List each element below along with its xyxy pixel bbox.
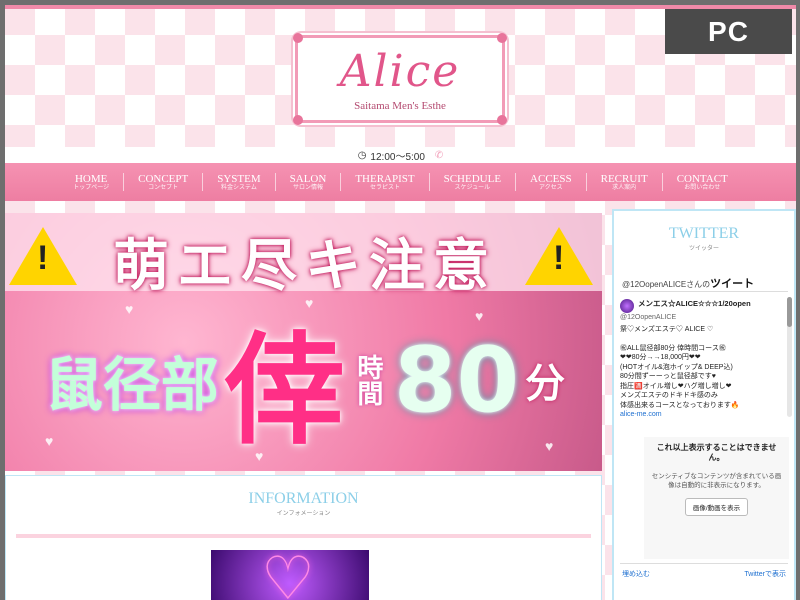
section-title: INFORMATION xyxy=(248,490,359,507)
tweet-body: 祭♡メンズエステ♡ ALICE ♡ ㊗ALL鼠径部80分 倖時間コース㊗ ❤❤8… xyxy=(620,325,780,419)
nav-therapist[interactable]: THERAPIST セラピスト xyxy=(340,172,428,192)
promo-banner[interactable]: 萌エ尽キ注意 ♥ ♥ ♥ ♥ ♥ ♥ 鼠径部 倖 時間 80 分 xyxy=(5,213,602,471)
nav-label: HOME xyxy=(74,172,108,185)
section-subtitle: インフォメーション xyxy=(276,511,331,517)
nav-sublabel: セラピスト xyxy=(369,184,400,191)
banner-text-d: 80 xyxy=(393,327,520,433)
page: Alice Saitama Men's Esthe ◷ 12:00～5:00 ✆… xyxy=(5,5,796,600)
timeline-header[interactable]: @12OopenALICEさんのツイート xyxy=(622,275,754,291)
notice-text: センシティブなコンテンツが含まれている画像は自動的に非表示になります。 xyxy=(651,472,782,489)
tweet-author[interactable]: メンエス☆ALICE☆☆☆1/20open xyxy=(638,299,788,309)
nav-label: THERAPIST xyxy=(355,172,415,185)
nav-sublabel: トップページ xyxy=(73,184,110,191)
banner-text-e: 分 xyxy=(525,362,566,406)
sensitive-media-notice: これ以上表示することはできません。 センシティブなコンテンツが含まれている画像は… xyxy=(644,437,789,559)
tweet-line: メンズエステのドキドキ感のみ xyxy=(620,392,718,400)
nav-sublabel: サロン情報 xyxy=(292,184,323,191)
business-hours: ◷ 12:00～5:00 ✆ xyxy=(5,147,796,163)
timeline-handle: @12OopenALICEさんの xyxy=(622,280,711,289)
timeline-label: ツイート xyxy=(710,278,755,290)
nav-label: CONTACT xyxy=(676,172,728,185)
information-image[interactable] xyxy=(211,544,369,600)
twitter-widget: TWITTER ツイッター @12OopenALICEさんのツイート メンエス☆… xyxy=(612,209,796,600)
nav-sublabel: 求人案内 xyxy=(612,184,637,191)
avatar[interactable] xyxy=(620,299,634,313)
information-section: INFORMATION インフォメーション xyxy=(5,475,602,600)
banner-text-b: 倖 xyxy=(224,320,345,461)
view-on-twitter-link[interactable]: Twitterで表示 xyxy=(744,569,786,579)
divider xyxy=(620,291,788,292)
global-nav: HOME トップページ CONCEPT コンセプト SYSTEM 料金システム SAL… xyxy=(5,163,796,201)
tweet-line: (HOTオイル&泡ホイップ& DEEP込) xyxy=(620,363,733,371)
nav-label: ACCESS xyxy=(530,172,572,185)
nav-label: SCHEDULE xyxy=(443,172,502,185)
tweet-line: ❤❤80分→→18,000円❤❤ xyxy=(620,354,701,362)
nav-home[interactable]: HOME トップページ xyxy=(59,173,123,192)
tweet-handle[interactable]: @12OopenALICE xyxy=(620,313,676,322)
nav-recruit[interactable]: RECRUIT 求人案内 xyxy=(585,172,662,192)
logo-tagline: Saitama Men's Esthe xyxy=(354,100,446,112)
scrollbar[interactable] xyxy=(787,297,792,417)
banner-headline: 萌エ尽キ注意 xyxy=(113,234,497,299)
show-media-button[interactable]: 画像/動画を表示 xyxy=(684,497,749,516)
divider xyxy=(620,563,788,564)
nav-label: SALON xyxy=(289,172,327,185)
nav-label: CONCEPT xyxy=(138,172,189,185)
embed-link[interactable]: 埋め込む xyxy=(622,569,650,579)
section-title: TWITTER xyxy=(668,225,740,242)
nav-access[interactable]: ACCESS アクセス xyxy=(515,172,586,192)
logo-text: Alice xyxy=(339,46,461,97)
tweet-line: 祭♡メンズエステ♡ ALICE ♡ xyxy=(620,326,714,333)
tweet-link[interactable]: alice-me.com xyxy=(620,410,780,419)
tweet-line: ㊗ALL鼠径部80分 倖時間コース㊗ xyxy=(620,344,726,352)
clock-icon: ◷ xyxy=(357,149,367,161)
pc-badge: PC xyxy=(665,9,792,54)
nav-label: RECRUIT xyxy=(600,172,648,185)
nav-sublabel: 料金システム xyxy=(221,184,257,191)
tweet-line: 体感出来るコースとなっております🔥 xyxy=(620,401,740,409)
nav-sublabel: スケジュール xyxy=(454,184,491,191)
warning-icon xyxy=(9,227,77,285)
nav-schedule[interactable]: SCHEDULE スケジュール xyxy=(428,172,515,192)
logo-ornament-icon xyxy=(293,115,303,125)
section-subtitle: ツイッター xyxy=(688,246,719,252)
logo-ornament-icon xyxy=(497,33,507,43)
tweet-line: 80分間ずーーっと鼠径部です♥ xyxy=(620,373,716,381)
tweet-line: 指圧🈵オイル増し❤ハグ増し増し❤ xyxy=(620,382,732,390)
nav-system[interactable]: SYSTEM 料金システム xyxy=(202,172,274,192)
nav-label: SYSTEM xyxy=(217,172,261,185)
nav-salon[interactable]: SALON サロン情報 xyxy=(274,172,341,192)
banner-text-c: 時間 xyxy=(353,354,384,406)
nav-sublabel: お問い合わせ xyxy=(684,184,721,191)
site-logo[interactable]: Alice Saitama Men's Esthe xyxy=(293,33,507,125)
nav-sublabel: アクセス xyxy=(538,184,563,191)
tweet-line xyxy=(620,334,780,343)
logo-ornament-icon xyxy=(497,115,507,125)
notice-title: これ以上表示することはできません。 xyxy=(656,443,777,463)
banner-text-a: 鼠径部 xyxy=(44,351,219,419)
phone-icon[interactable]: ✆ xyxy=(435,150,443,161)
warning-icon xyxy=(525,227,593,285)
nav-concept[interactable]: CONCEPT コンセプト xyxy=(123,172,202,192)
hours-text: 12:00～5:00 xyxy=(370,151,425,163)
banner-subline: 鼠径部 倖 時間 80 分 xyxy=(15,305,595,461)
nav-contact[interactable]: CONTACT お問い合わせ xyxy=(661,172,742,192)
nav-sublabel: コンセプト xyxy=(148,184,179,191)
divider xyxy=(16,534,591,538)
logo-ornament-icon xyxy=(293,33,303,43)
